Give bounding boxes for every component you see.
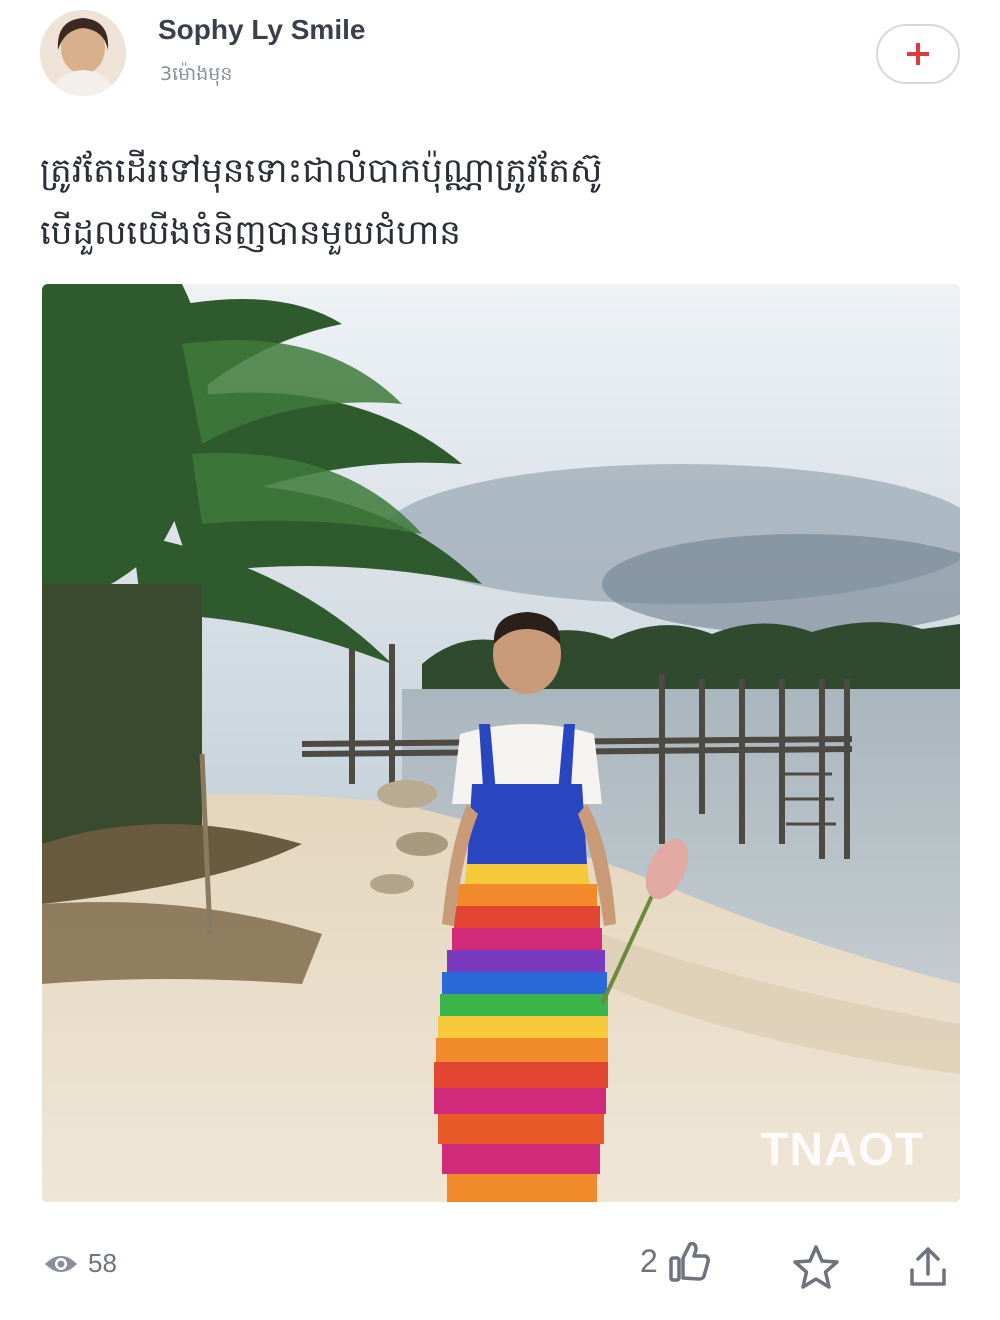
caption-line: បើដួលយើងចំនិញបានមួយជំហាន	[40, 213, 461, 253]
view-count: 58	[44, 1248, 117, 1279]
author-name[interactable]: Sophy Ly Smile	[158, 14, 365, 46]
post-time: 3ម៉ោងមុន	[160, 63, 233, 85]
view-count-value: 58	[88, 1248, 117, 1278]
eye-icon	[45, 1255, 77, 1272]
share-icon	[910, 1247, 946, 1286]
post-photo[interactable]: TNAOT	[42, 284, 960, 1202]
like-button[interactable]: 2	[640, 1238, 712, 1284]
like-count: 2	[640, 1242, 658, 1279]
caption-line: ត្រូវតែដើរទៅមុនទោះជាលំបាកប៉ុណ្ណាត្រូវតែស…	[40, 151, 603, 191]
post-footer: 58 2	[0, 1230, 1000, 1310]
favorite-button[interactable]	[788, 1240, 844, 1296]
share-button[interactable]	[900, 1240, 956, 1296]
plus-icon	[907, 43, 929, 65]
thumbs-up-icon	[669, 1241, 710, 1282]
photo-watermark: TNAOT	[760, 1123, 924, 1175]
post-caption: ត្រូវតែដើរទៅមុនទោះជាលំបាកប៉ុណ្ណាត្រូវតែស…	[40, 140, 960, 264]
star-icon	[793, 1245, 839, 1289]
avatar[interactable]	[40, 10, 126, 96]
follow-button[interactable]	[876, 24, 960, 84]
post-card: Sophy Ly Smile 3ម៉ោងមុន ត្រូវតែដើរទៅមុនទ…	[0, 0, 1000, 1320]
